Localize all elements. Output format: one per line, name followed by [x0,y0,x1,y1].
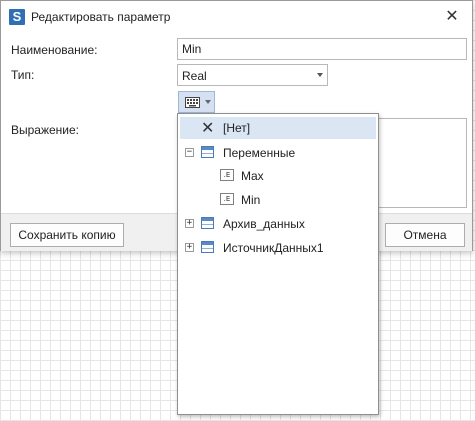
clear-x-icon: ✕ [201,120,215,137]
name-input[interactable] [177,38,467,60]
type-select[interactable]: Real [177,64,328,86]
table-icon [201,146,214,158]
type-label: Тип: [11,68,35,82]
app-logo-icon: S [9,9,25,25]
chevron-down-icon [205,100,211,104]
tree-node-label: Переменные [223,146,296,160]
variable-icon: .E [220,169,234,181]
table-icon [201,217,214,229]
expression-dropdown: ✕ [Нет] − Переменные .E Max .E Min + Арх… [177,113,379,415]
expression-editor[interactable] [377,118,467,208]
name-label: Наименование: [11,43,98,57]
type-select-value: Real [182,69,207,83]
expression-mode-icon [185,97,200,108]
close-button[interactable]: ✕ [441,7,463,27]
tree-node-label: ИсточникДанных1 [223,241,324,255]
save-copy-button[interactable]: Сохранить копию [10,223,124,247]
tree-node-variables[interactable]: − Переменные [180,142,376,164]
expression-label: Выражение: [11,123,80,137]
tree-node-label: Архив_данных [223,217,305,231]
tree-node-var-max[interactable]: .E Max [180,165,376,187]
tree-node-var-min[interactable]: .E Min [180,189,376,211]
dropdown-item-label: [Нет] [223,121,251,135]
expand-icon[interactable]: + [185,243,194,252]
collapse-icon[interactable]: − [185,148,194,157]
expand-icon[interactable]: + [185,219,194,228]
title-bar: S Редактировать параметр ✕ [1,1,472,33]
tree-node-label: Max [241,169,264,183]
expression-mode-button[interactable] [178,91,215,113]
tree-node-archive[interactable]: + Архив_данных [180,213,376,235]
chevron-down-icon [317,73,323,77]
dropdown-item-none[interactable]: ✕ [Нет] [180,117,376,139]
tree-node-label: Min [241,193,261,207]
table-icon [201,241,214,253]
tree-node-datasource[interactable]: + ИсточникДанных1 [180,237,376,259]
dialog-title: Редактировать параметр [31,10,171,24]
cancel-button[interactable]: Отмена [385,223,465,247]
variable-icon: .E [220,193,234,205]
